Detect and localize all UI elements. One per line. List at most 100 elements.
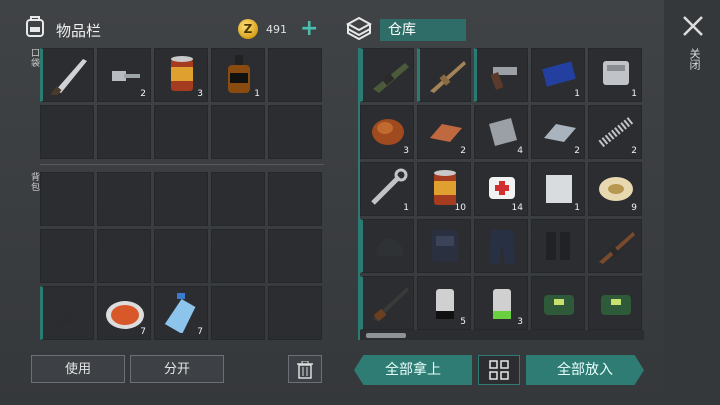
warehouse-slot[interactable]: 9	[588, 162, 642, 216]
pocket-slot[interactable]: 1	[211, 48, 265, 102]
item-quantity: 3	[517, 317, 523, 327]
warehouse-slot[interactable]: 2	[588, 105, 642, 159]
warehouse-title: 仓库	[380, 19, 466, 41]
use-button[interactable]: 使用	[31, 355, 125, 383]
grenade-launcher-icon	[373, 63, 409, 93]
add-coins-button[interactable]: +	[300, 18, 318, 40]
helmet-icon	[375, 238, 405, 256]
backpack-slot[interactable]	[154, 172, 208, 226]
scar-rifle-icon	[430, 61, 466, 93]
backpack-slot[interactable]	[154, 229, 208, 283]
inventory-title: 物品栏	[56, 22, 102, 40]
warehouse-slot[interactable]	[360, 219, 414, 273]
ak-rifle-icon	[599, 232, 635, 264]
warehouse-slot[interactable]	[531, 276, 585, 330]
item-quantity: 10	[454, 203, 466, 213]
item-quantity: 2	[631, 146, 637, 156]
close-icon[interactable]	[682, 14, 704, 44]
close-label: 关闭	[688, 48, 701, 70]
warehouse-slot[interactable]	[588, 276, 642, 330]
item-quantity: 14	[511, 203, 523, 213]
pocket-slot[interactable]	[154, 105, 208, 159]
warehouse-slot[interactable]: 2	[531, 105, 585, 159]
assault-rifle-icon	[53, 299, 89, 331]
take-all-label: 全部拿上	[385, 362, 441, 378]
backpack-slot[interactable]: 7	[154, 286, 208, 340]
put-all-label: 全部放入	[557, 362, 613, 378]
backpack-slot[interactable]	[40, 229, 94, 283]
section-divider	[40, 164, 324, 165]
backpack-icon	[24, 14, 46, 38]
put-all-button[interactable]: 全部放入	[526, 355, 644, 385]
warehouse-slot[interactable]	[417, 48, 471, 102]
supply-bag-icon	[601, 295, 631, 315]
warehouse-slot[interactable]	[474, 48, 528, 102]
warehouse-slot[interactable]	[360, 48, 414, 102]
backpack-slot[interactable]	[268, 172, 322, 226]
warehouse-slot[interactable]: 14	[474, 162, 528, 216]
warehouse-slot[interactable]: 3	[474, 276, 528, 330]
warehouse-slot[interactable]: 1	[531, 48, 585, 102]
tactical-pants-icon	[489, 230, 515, 264]
pocket-slot[interactable]	[97, 105, 151, 159]
sort-button[interactable]	[478, 355, 520, 385]
pocket-slot[interactable]	[268, 105, 322, 159]
item-quantity: 1	[574, 89, 580, 99]
item-quantity: 3	[197, 89, 203, 99]
warehouse-slot[interactable]	[588, 219, 642, 273]
boots-icon	[546, 232, 570, 260]
item-quantity: 9	[631, 203, 637, 213]
inventory-screen: 物品栏 Z 491 + 仓库 口袋 背包 231 77 1 1 3 2 4 2 2 1 10 14…	[0, 0, 720, 405]
warehouse-slot[interactable]: 4	[474, 105, 528, 159]
item-quantity: 2	[574, 146, 580, 156]
warehouse-slot[interactable]: 2	[417, 105, 471, 159]
item-quantity: 7	[197, 327, 203, 337]
take-all-button[interactable]: 全部拿上	[354, 355, 472, 385]
warehouse-slot[interactable]	[360, 276, 414, 330]
warehouse-slot[interactable]: 5	[417, 276, 471, 330]
item-quantity: 1	[254, 89, 260, 99]
coin-icon: Z	[238, 19, 258, 39]
pocket-slot[interactable]	[211, 105, 265, 159]
coin-amount: 491	[266, 23, 287, 36]
backpack-slot[interactable]	[268, 286, 322, 340]
warehouse-slot[interactable]	[474, 219, 528, 273]
backpack-slot[interactable]	[40, 172, 94, 226]
backpack-slot[interactable]	[211, 172, 265, 226]
pocket-slot[interactable]: 2	[97, 48, 151, 102]
warehouse-slot[interactable]: 1	[360, 162, 414, 216]
warehouse-slot[interactable]	[531, 219, 585, 273]
item-quantity: 5	[460, 317, 466, 327]
shotgun-icon	[373, 287, 409, 322]
warehouse-scrollbar[interactable]	[358, 48, 360, 340]
pocket-slot[interactable]	[40, 105, 94, 159]
backpack-slot[interactable]	[97, 172, 151, 226]
backpack-slot[interactable]	[97, 229, 151, 283]
backpack-slot[interactable]	[40, 286, 94, 340]
warehouse-slot[interactable]	[417, 219, 471, 273]
revolver-icon	[490, 67, 517, 90]
backpack-slot[interactable]	[211, 229, 265, 283]
pocket-slot[interactable]	[40, 48, 94, 102]
split-button[interactable]: 分开	[130, 355, 224, 383]
item-quantity: 3	[403, 146, 409, 156]
backpack-slot[interactable]	[268, 229, 322, 283]
pocket-slot[interactable]: 3	[154, 48, 208, 102]
item-quantity: 1	[574, 203, 580, 213]
item-quantity: 1	[403, 203, 409, 213]
backpack-slot[interactable]: 7	[97, 286, 151, 340]
warehouse-scroll-edge	[360, 330, 644, 340]
discard-button[interactable]	[288, 355, 322, 383]
warehouse-slot[interactable]: 1	[531, 162, 585, 216]
pocket-slot[interactable]	[268, 48, 322, 102]
item-quantity: 2	[140, 89, 146, 99]
item-quantity: 2	[460, 146, 466, 156]
warehouse-slot[interactable]: 3	[360, 105, 414, 159]
item-quantity: 7	[140, 327, 146, 337]
item-quantity: 1	[631, 89, 637, 99]
warehouse-slot[interactable]: 1	[588, 48, 642, 102]
backpack-slot[interactable]	[211, 286, 265, 340]
warehouse-slot[interactable]: 10	[417, 162, 471, 216]
trash-icon	[297, 360, 313, 379]
machete-icon	[50, 59, 87, 95]
